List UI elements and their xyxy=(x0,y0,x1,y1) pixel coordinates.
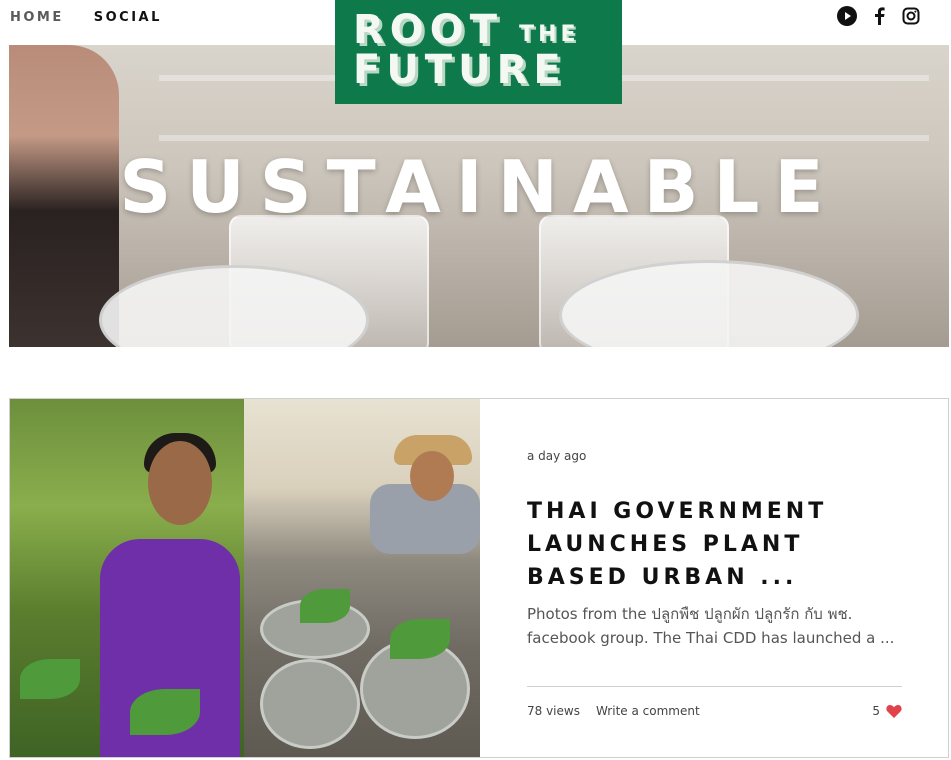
post-cover-image[interactable] xyxy=(10,399,480,757)
nav-social-link[interactable]: SOCIAL xyxy=(94,10,162,25)
logo-word-root: ROOT xyxy=(353,7,504,53)
post-date: a day ago xyxy=(527,449,587,463)
plant-pot xyxy=(260,659,360,749)
post-title[interactable]: THAI GOVERNMENT LAUNCHES PLANT BASED URB… xyxy=(527,495,902,594)
blog-post-card[interactable]: a day ago THAI GOVERNMENT LAUNCHES PLANT… xyxy=(9,398,949,758)
shelf-line xyxy=(159,135,929,141)
hero-title: SUSTAINABLE xyxy=(119,145,839,229)
woman-face xyxy=(148,441,212,525)
divider xyxy=(527,686,902,687)
boy-face xyxy=(410,451,454,501)
logo-line-1: ROOT THE xyxy=(353,10,604,50)
woman-garden-photo xyxy=(10,399,244,757)
likes-count: 5 xyxy=(872,704,880,718)
logo-word-the: THE xyxy=(519,22,580,47)
leaf-shape xyxy=(130,689,200,735)
instagram-icon[interactable] xyxy=(901,6,921,26)
logo-word-future: FUTURE xyxy=(353,47,567,93)
logo-line-2: FUTURE xyxy=(353,50,604,90)
youtube-icon[interactable] xyxy=(837,6,857,26)
write-comment-link[interactable]: Write a comment xyxy=(596,704,700,718)
leaf-shape xyxy=(390,619,450,659)
leaf-shape xyxy=(20,659,80,699)
leaf-shape xyxy=(300,589,350,623)
social-icons xyxy=(837,6,921,26)
likes-button[interactable]: 5 xyxy=(872,704,902,718)
nav-home-link[interactable]: HOME xyxy=(10,10,64,25)
views-count: 78 views xyxy=(527,704,580,718)
facebook-icon[interactable] xyxy=(869,6,889,26)
main-nav: HOME SOCIAL xyxy=(10,10,162,25)
post-excerpt[interactable]: Photos from the ปลูกพืช ปลูกผัก ปลูกรัก … xyxy=(527,602,902,650)
site-logo[interactable]: ROOT THE FUTURE xyxy=(335,0,622,104)
heart-icon[interactable] xyxy=(886,704,902,718)
post-stats: 78 views Write a comment 5 xyxy=(527,704,902,718)
post-content: a day ago THAI GOVERNMENT LAUNCHES PLANT… xyxy=(527,399,902,757)
